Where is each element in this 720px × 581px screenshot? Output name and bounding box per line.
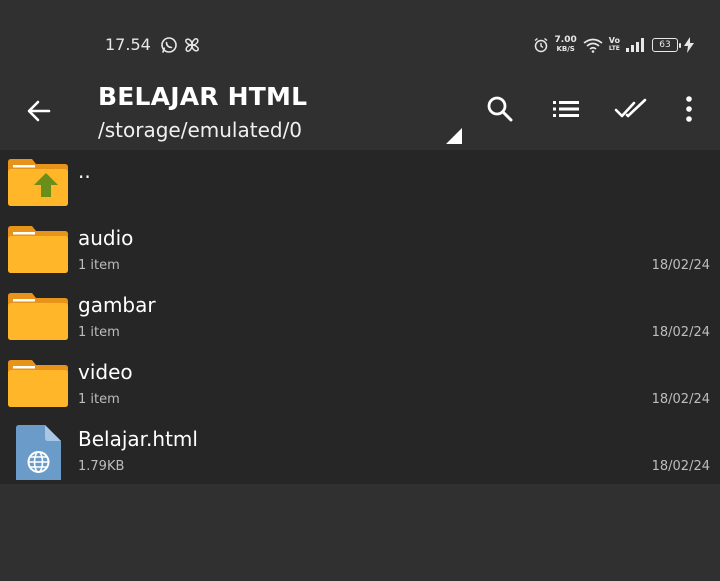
file-list: .. audio 1 item 18/02/24 gambar 1 item 1… xyxy=(0,150,720,484)
volte-top: Vo xyxy=(608,36,620,45)
file-name: .. xyxy=(78,159,91,183)
file-date: 18/02/24 xyxy=(651,459,710,474)
file-date: 18/02/24 xyxy=(651,325,710,340)
file-item-count: 1 item xyxy=(78,392,120,407)
charging-bolt-icon xyxy=(684,37,694,53)
current-path[interactable]: /storage/emulated/0 xyxy=(98,118,302,142)
select-all-icon[interactable] xyxy=(614,92,648,126)
file-name: audio xyxy=(78,226,134,250)
status-time: 17.54 xyxy=(105,35,151,54)
page-title: BELAJAR HTML xyxy=(98,82,308,111)
file-name: video xyxy=(78,360,133,384)
network-speed: 7.00 KB/S xyxy=(555,36,577,54)
file-item-count: 1 item xyxy=(78,325,120,340)
app-toolbar: BELAJAR HTML /storage/emulated/0 xyxy=(0,72,720,150)
file-name: Belajar.html xyxy=(78,427,198,451)
volte-indicator: Vo LTE xyxy=(609,37,620,53)
status-right-group: 7.00 KB/S Vo LTE 63 xyxy=(533,34,694,56)
folder-icon xyxy=(8,226,68,273)
network-speed-unit: KB/S xyxy=(556,45,575,53)
file-size: 1.79KB xyxy=(78,459,125,474)
signal-icon xyxy=(626,38,644,52)
file-date: 18/02/24 xyxy=(651,392,710,407)
whatsapp-icon xyxy=(161,37,177,53)
battery-indicator: 63 xyxy=(652,38,681,52)
wifi-icon xyxy=(583,38,603,53)
back-arrow-icon[interactable] xyxy=(22,94,56,128)
search-icon[interactable] xyxy=(483,92,517,126)
list-item-audio[interactable]: audio 1 item 18/02/24 xyxy=(0,217,720,283)
html-file-icon xyxy=(16,425,61,480)
network-speed-value: 7.00 xyxy=(554,35,577,45)
list-item-gambar[interactable]: gambar 1 item 18/02/24 xyxy=(0,284,720,350)
volte-bottom: LTE xyxy=(608,45,620,52)
file-item-count: 1 item xyxy=(78,258,120,273)
pinwheel-icon xyxy=(185,38,199,52)
list-view-icon[interactable] xyxy=(549,92,583,126)
folder-icon xyxy=(8,293,68,340)
more-vert-icon[interactable] xyxy=(672,92,706,126)
path-dropdown-icon[interactable] xyxy=(446,128,462,144)
battery-level: 63 xyxy=(659,40,671,50)
folder-icon xyxy=(8,360,68,407)
alarm-icon xyxy=(534,37,547,53)
list-item-belajar-html[interactable]: Belajar.html 1.79KB 18/02/24 xyxy=(0,418,720,484)
status-bar: 17.54 7.00 KB/S Vo LTE 63 xyxy=(0,0,720,72)
file-date: 18/02/24 xyxy=(651,258,710,273)
list-item-video[interactable]: video 1 item 18/02/24 xyxy=(0,351,720,417)
file-name: gambar xyxy=(78,293,156,317)
list-item-parent[interactable]: .. xyxy=(0,150,720,216)
parent-folder-icon xyxy=(8,159,68,206)
